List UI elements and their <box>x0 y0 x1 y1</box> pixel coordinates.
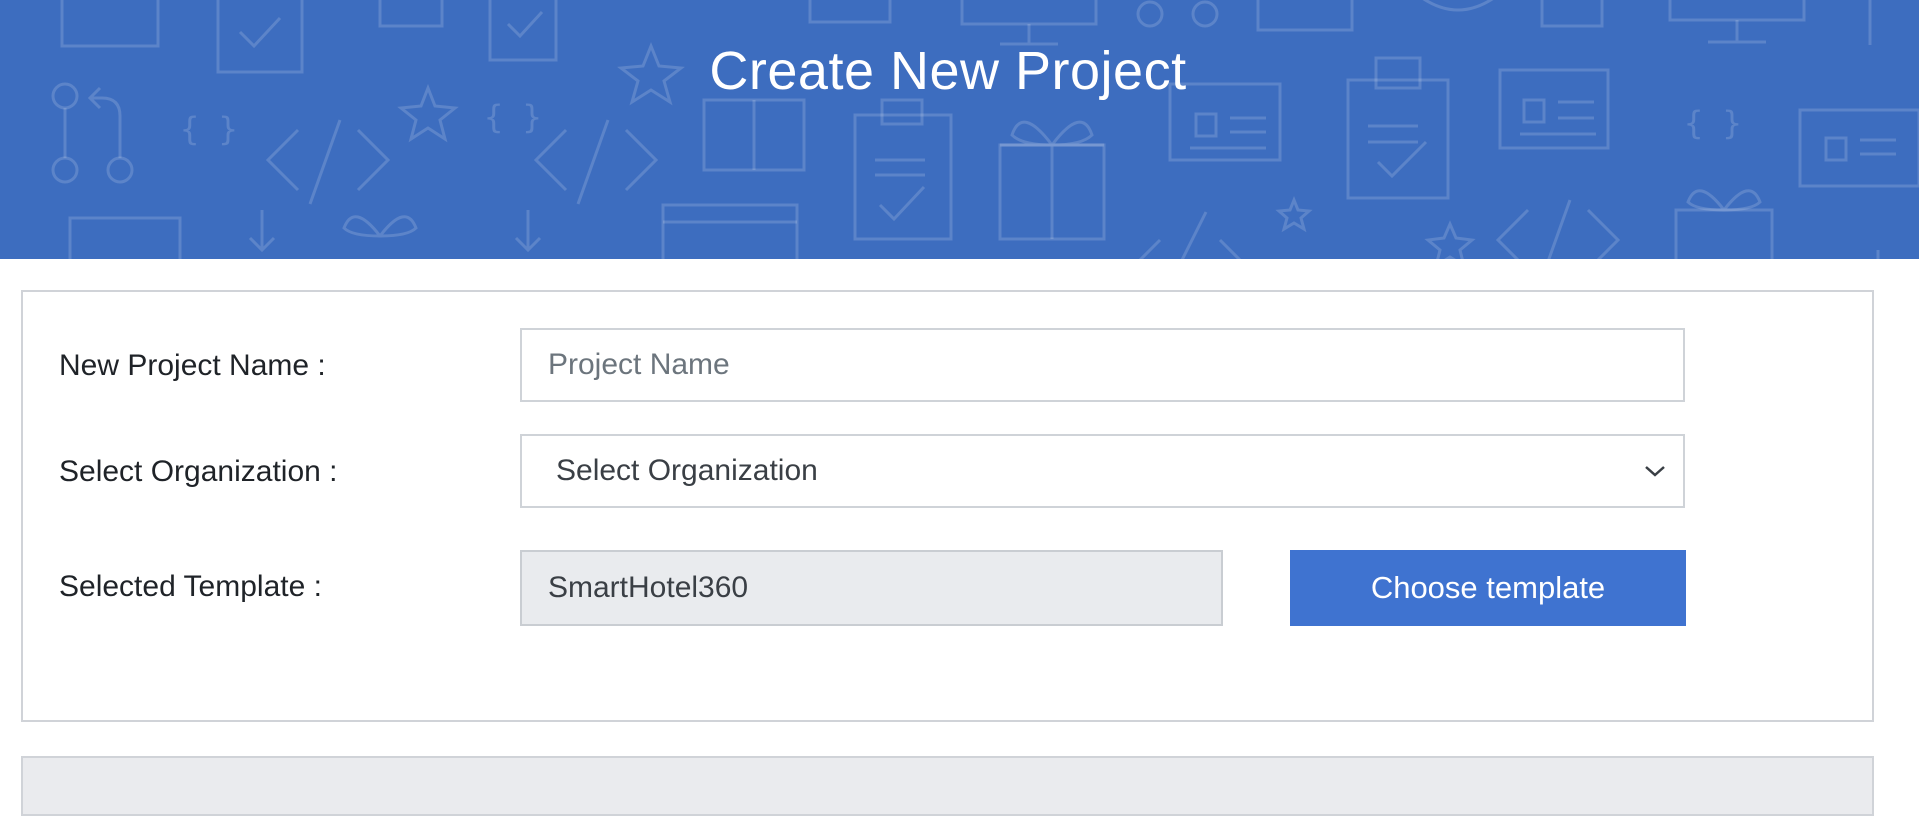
organization-label: Select Organization : <box>59 455 338 488</box>
create-project-form: New Project Name : Select Organization :… <box>21 290 1874 722</box>
organization-select-value: Select Organization <box>556 454 818 487</box>
page-title: Create New Project <box>709 41 1187 101</box>
svg-text:{ }: { } <box>180 110 238 148</box>
choose-template-button[interactable]: Choose template <box>1290 550 1686 626</box>
lower-panel <box>21 756 1874 816</box>
svg-text:{ }: { } <box>484 98 542 136</box>
page-header-banner: { } { } { } Create New Project <box>0 0 1919 259</box>
template-label: Selected Template : <box>59 570 322 603</box>
svg-text:{ }: { } <box>1684 104 1742 142</box>
project-name-label: New Project Name : <box>59 349 326 382</box>
selected-template-value: SmartHotel360 <box>548 571 749 604</box>
organization-select[interactable]: Select Organization <box>520 434 1685 508</box>
selected-template-field: SmartHotel360 <box>520 550 1223 626</box>
project-name-input[interactable] <box>520 328 1685 402</box>
background-pattern-icon: { } { } { } <box>51 0 1919 259</box>
chevron-down-icon <box>1645 466 1665 477</box>
